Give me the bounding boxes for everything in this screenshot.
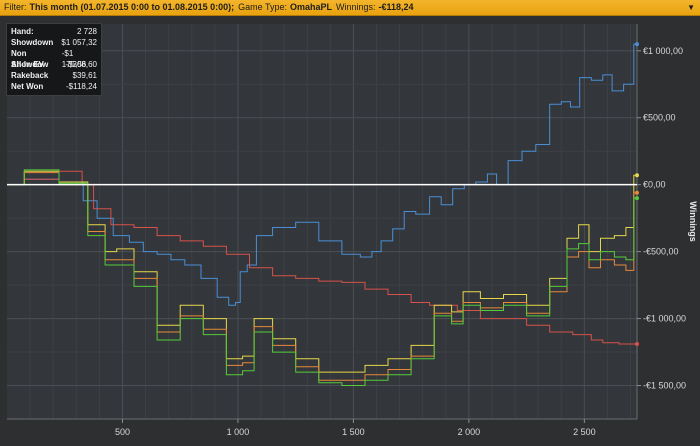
stats-value: $39,61 — [72, 71, 97, 80]
series-end-point — [635, 173, 639, 178]
series-end-point — [635, 190, 639, 195]
stats-row: Net Won -$118,24 — [11, 81, 97, 92]
y-axis-title: Winnings — [688, 201, 698, 241]
winnings-label: Winnings: — [335, 2, 376, 12]
filter-value: This month (01.07.2015 0:00 to 01.08.201… — [29, 2, 235, 12]
stats-label: Showdown — [11, 38, 54, 47]
y-tick-label: €0,00 — [643, 180, 666, 190]
series-end-point — [635, 42, 639, 47]
stats-row: All-In EV -$308,60 — [11, 59, 97, 70]
chevron-down-icon[interactable]: ▼ — [683, 0, 695, 15]
x-tick-label: 1 500 — [342, 427, 365, 437]
stats-label: Rakeback — [11, 71, 49, 80]
stats-row: Non Showdow -$1 175,56 — [11, 48, 97, 69]
y-tick-label: €500,00 — [643, 113, 676, 123]
stats-label: Non Showdow — [11, 49, 49, 69]
game-type-value: OmahaPL — [289, 2, 332, 12]
x-tick-label: 2 000 — [458, 427, 481, 437]
stats-value: -$1 175,56 — [61, 49, 87, 69]
y-tick-label: -€500,00 — [643, 247, 679, 257]
filter-label: Filter: — [4, 2, 27, 12]
series-end-point — [635, 196, 639, 201]
stats-value: $1 057,32 — [61, 38, 97, 47]
x-tick-label: 2 500 — [573, 427, 596, 437]
x-tick-label: 500 — [115, 427, 130, 437]
series-end-point — [635, 342, 639, 347]
y-tick-label: -€1 500,00 — [643, 381, 686, 391]
stats-label: All-In EV — [11, 60, 44, 69]
y-tick-label: -€1 000,00 — [643, 314, 686, 324]
filter-bar[interactable]: Filter: This month (01.07.2015 0:00 to 01… — [0, 0, 700, 16]
stats-label: Net Won — [11, 82, 44, 91]
stats-value: -$118,24 — [66, 82, 97, 91]
stats-value: -$308,60 — [65, 60, 97, 69]
y-tick-label: €1 000,00 — [643, 46, 683, 56]
x-tick-label: 1 000 — [227, 427, 250, 437]
stats-label: Hand: — [11, 27, 34, 36]
winnings-value: -€118,24 — [378, 2, 414, 12]
stats-panel: Hand: 2 728 Showdown $1 057,32 Non Showdow -$… — [6, 23, 102, 96]
stats-row: Rakeback $39,61 — [11, 70, 97, 81]
stats-row: Showdown $1 057,32 — [11, 37, 97, 48]
game-type-label: Game Type: — [238, 2, 287, 12]
stats-row: Hand: 2 728 — [11, 26, 97, 37]
stats-value: 2 728 — [76, 27, 97, 36]
winnings-chart: 500 1 000 1 500 2 000 2 500 €1 000,00 €500,00 €… — [7, 24, 698, 437]
